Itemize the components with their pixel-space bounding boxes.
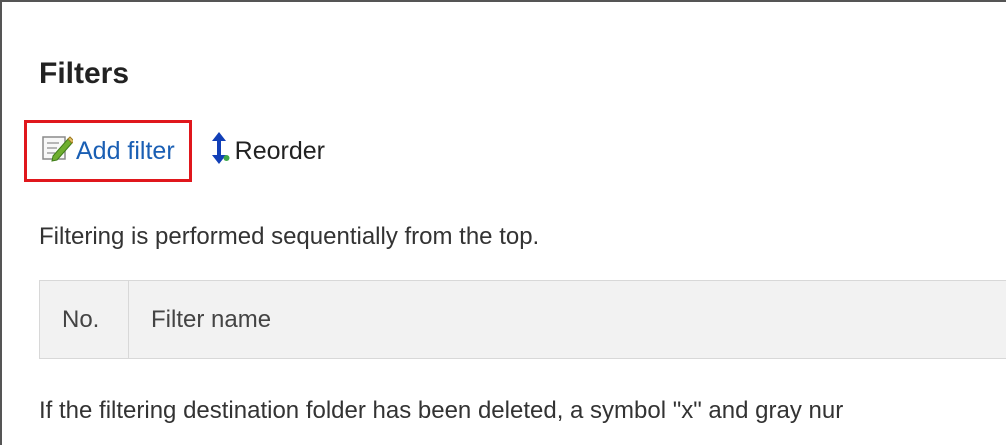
sequential-filtering-note: Filtering is performed sequentially from… [39,223,540,250]
reorder-label: Reorder [234,136,325,165]
filter-toolbar: Add filter Reorder [24,120,325,182]
screenshot-frame: Filters Add filter Reorder Filtering is … [0,0,1006,445]
edit-note-icon [39,133,75,170]
table-header-filter-name: Filter name [151,305,272,333]
up-down-arrow-icon [208,131,232,172]
reorder-link[interactable]: Reorder [208,131,325,172]
add-filter-label: Add filter [76,136,175,165]
page-title: Filters [39,57,130,90]
deleted-folder-footnote: If the filtering destination folder has … [39,397,844,424]
table-header-number: No. [40,281,129,358]
add-filter-link[interactable]: Add filter [39,133,175,170]
filters-table-header: No. Filter name [39,280,1006,359]
add-filter-highlight-box: Add filter [24,120,192,182]
